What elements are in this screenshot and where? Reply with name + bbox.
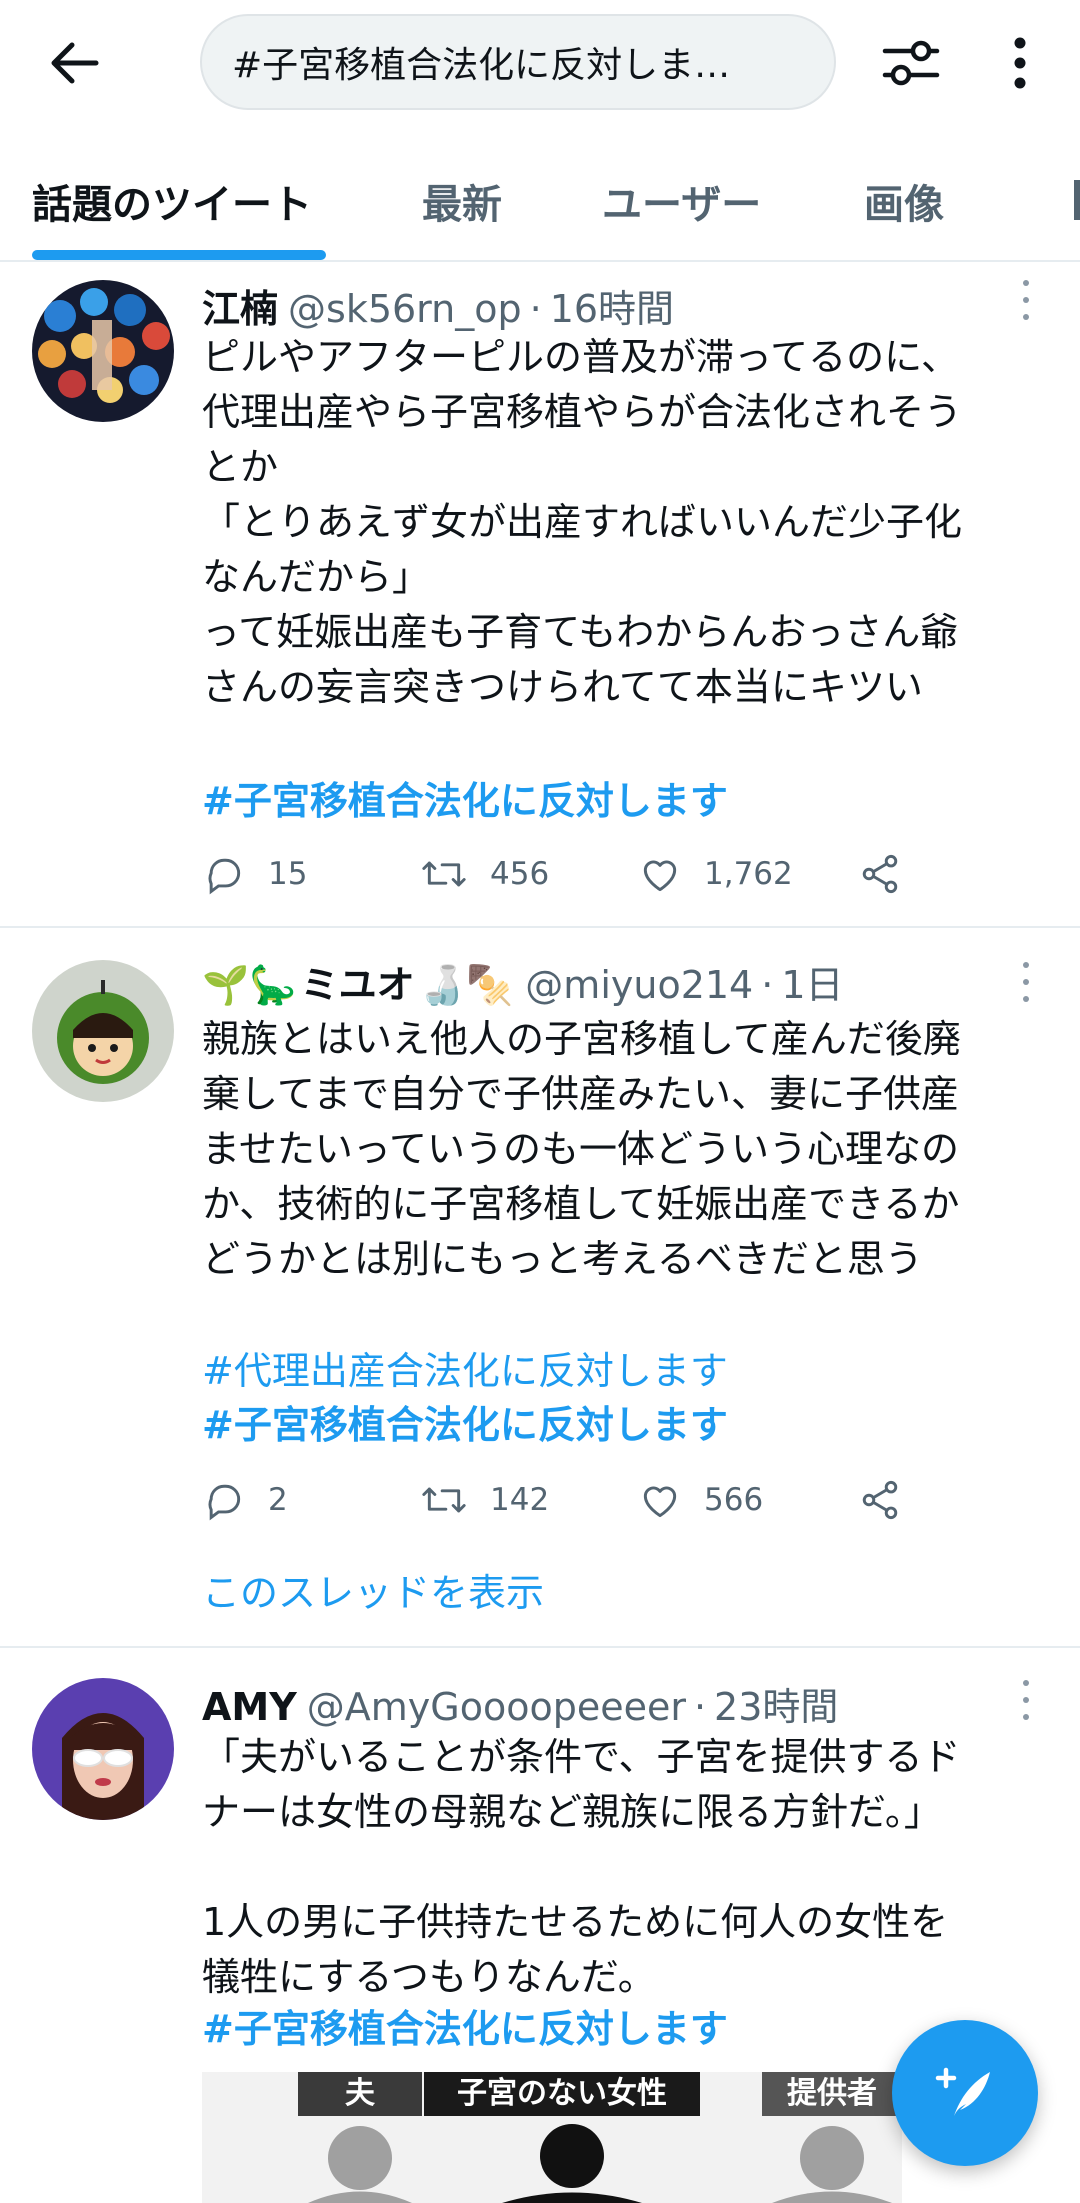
back-button[interactable] bbox=[40, 28, 110, 98]
retweet-icon bbox=[422, 1487, 466, 1513]
tab-users[interactable]: ユーザー bbox=[602, 172, 761, 230]
display-name[interactable]: ミユオ bbox=[301, 954, 415, 1009]
arrow-left-icon bbox=[51, 42, 99, 84]
name-emoji-prefix: 🌱🦕 bbox=[202, 963, 297, 1007]
tweet-menu-button[interactable] bbox=[1016, 280, 1036, 320]
name-emoji-suffix: 🍶🍢 bbox=[418, 963, 514, 1007]
timestamp[interactable]: 1日 bbox=[781, 954, 843, 1009]
share-icon bbox=[862, 854, 898, 894]
share-button[interactable] bbox=[858, 1470, 924, 1530]
reply-button[interactable]: 15 bbox=[202, 844, 307, 904]
hashtag-link[interactable]: #子宮移植合法化に反対します bbox=[202, 1394, 728, 1449]
tweet-header: 🌱🦕 ミユオ 🍶🍢 @miyuo214 · 1日 bbox=[202, 954, 844, 1009]
like-count: 1,762 bbox=[704, 856, 793, 892]
share-button[interactable] bbox=[858, 844, 924, 904]
compose-icon bbox=[935, 2067, 990, 2116]
sliders-icon bbox=[882, 40, 940, 86]
active-tab-indicator bbox=[32, 250, 326, 260]
avatar[interactable] bbox=[32, 960, 174, 1102]
tweet-text: ピルやアフターピルの普及が滞ってるのに、 代理出産やら子宮移植やらが合法化されそ… bbox=[202, 335, 963, 709]
image-label: 夫 bbox=[298, 2072, 422, 2116]
reply-count: 2 bbox=[268, 1482, 288, 1518]
avatar[interactable] bbox=[32, 1678, 174, 1820]
share-icon bbox=[862, 1480, 898, 1520]
tweet-actions: 2 142 566 bbox=[202, 1470, 942, 1530]
top-bar bbox=[0, 0, 1080, 128]
retweet-icon bbox=[422, 861, 466, 887]
reply-icon bbox=[208, 858, 241, 895]
image-label: 子宮のない女性 bbox=[424, 2072, 700, 2116]
image-label: 提供者 bbox=[762, 2072, 902, 2116]
tweet-header: 江楠 @sk56rn_op · 16時間 bbox=[202, 278, 674, 333]
tweet-menu-button[interactable] bbox=[1016, 962, 1036, 1002]
timestamp[interactable]: 16時間 bbox=[550, 278, 674, 333]
more-options-button[interactable] bbox=[990, 28, 1050, 98]
like-button[interactable]: 566 bbox=[638, 1470, 763, 1530]
retweet-count: 142 bbox=[490, 1482, 550, 1518]
tweet-image[interactable]: 夫 子宮のない女性 提供者 bbox=[202, 2072, 902, 2203]
tab-top-tweets[interactable]: 話題のツイート bbox=[32, 172, 312, 230]
reply-icon bbox=[208, 1484, 241, 1521]
hashtag-link[interactable]: #子宮移植合法化に反対します bbox=[202, 1998, 728, 2053]
like-count: 566 bbox=[704, 1482, 764, 1518]
retweet-button[interactable]: 456 bbox=[420, 844, 549, 904]
compose-tweet-button[interactable] bbox=[892, 2020, 1038, 2166]
display-name[interactable]: 江楠 bbox=[202, 278, 278, 333]
retweet-count: 456 bbox=[490, 856, 550, 892]
user-handle[interactable]: @AmyGoooopeeeer bbox=[307, 1685, 686, 1729]
tweet-text: 親族とはいえ他人の子宮移植して産んだ後廃 棄してまで自分で子供産みたい、妻に子供… bbox=[202, 1017, 961, 1281]
search-box[interactable] bbox=[200, 14, 836, 110]
display-name[interactable]: AMY bbox=[202, 1685, 297, 1729]
tweet-header: AMY @AmyGoooopeeeer · 23時間 bbox=[202, 1676, 838, 1731]
heart-icon bbox=[643, 1486, 677, 1518]
more-vertical-icon bbox=[1014, 37, 1026, 89]
heart-icon bbox=[643, 860, 677, 892]
user-handle[interactable]: @sk56rn_op bbox=[288, 287, 522, 331]
separator-dot: · bbox=[693, 1685, 707, 1729]
retweet-button[interactable]: 142 bbox=[420, 1470, 549, 1530]
timestamp[interactable]: 23時間 bbox=[714, 1676, 838, 1731]
tab-images[interactable]: 画像 bbox=[864, 172, 944, 230]
show-thread-link[interactable]: このスレッドを表示 bbox=[202, 1562, 544, 1617]
search-tabs: 話題のツイート 最新 ユーザー 画像 bbox=[0, 150, 1080, 262]
tab-overflow-indicator bbox=[1074, 180, 1080, 220]
tweet[interactable]: 江楠 @sk56rn_op · 16時間 ピルやアフターピルの普及が滞ってるのに… bbox=[0, 264, 1080, 928]
search-input[interactable] bbox=[232, 41, 804, 83]
hashtag-link[interactable]: #代理出産合法化に反対します bbox=[202, 1340, 728, 1395]
separator-dot: · bbox=[529, 287, 542, 331]
reply-button[interactable]: 2 bbox=[202, 1470, 288, 1530]
avatar[interactable] bbox=[32, 280, 174, 422]
tab-latest[interactable]: 最新 bbox=[422, 172, 502, 230]
like-button[interactable]: 1,762 bbox=[638, 844, 793, 904]
separator-dot: · bbox=[761, 963, 774, 1007]
reply-count: 15 bbox=[268, 856, 308, 892]
tweet-text: 「夫がいることが条件で、子宮を提供するド ナーは女性の母親など親族に限る方針だ。… bbox=[202, 1735, 961, 1999]
search-filter-button[interactable] bbox=[876, 28, 946, 98]
hashtag-link[interactable]: #子宮移植合法化に反対します bbox=[202, 770, 728, 825]
user-handle[interactable]: @miyuo214 bbox=[525, 963, 753, 1007]
tweet-menu-button[interactable] bbox=[1016, 1680, 1036, 1720]
tweet-actions: 15 456 1,762 bbox=[202, 844, 942, 904]
tweet[interactable]: 🌱🦕 ミユオ 🍶🍢 @miyuo214 · 1日 親族とはいえ他人の子宮移植して… bbox=[0, 928, 1080, 1648]
